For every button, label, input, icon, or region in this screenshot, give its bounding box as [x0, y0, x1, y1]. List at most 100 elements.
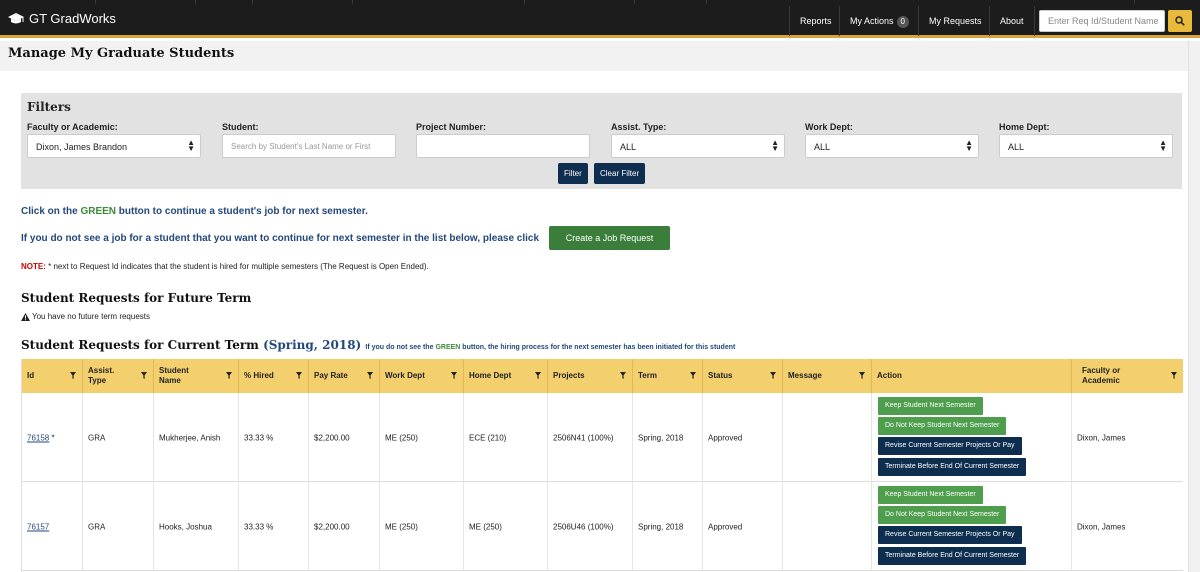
- column-header-student-name[interactable]: Student Name: [154, 359, 239, 393]
- nav-my-actions[interactable]: My Actions 0: [839, 6, 919, 36]
- nav-my-requests[interactable]: My Requests: [918, 6, 992, 36]
- page-header: Manage My Graduate Students: [0, 41, 1188, 71]
- nav-about[interactable]: About: [989, 6, 1035, 36]
- faculty-select-value: Dixon, James Brandon: [36, 142, 128, 152]
- project-number-input[interactable]: [416, 134, 590, 158]
- student-search-input[interactable]: Search by Student's Last Name or First: [222, 134, 396, 158]
- column-label: Assist. Type: [88, 366, 115, 385]
- green-button-instruction: Click on the GREEN button to continue a …: [21, 206, 368, 217]
- project-label: Project Number:: [416, 122, 487, 132]
- filter-funnel-icon[interactable]: [70, 372, 76, 379]
- cell-message: [783, 393, 872, 482]
- column-header-action: Action: [872, 359, 1072, 393]
- note-label: NOTE:: [21, 262, 46, 271]
- table-row: 76158 * GRA Mukherjee, Anish 33.33 % $2,…: [22, 393, 1183, 482]
- home-dept-select[interactable]: ALL ▲ ▼: [999, 134, 1173, 158]
- nav-divider: [95, 0, 96, 4]
- column-header-home-dept[interactable]: Home Dept: [464, 359, 548, 393]
- cell-value: Dixon, James: [1077, 522, 1126, 531]
- page-scrollbar[interactable]: [1188, 41, 1200, 572]
- cell-faculty: Dixon, James: [1072, 482, 1183, 571]
- current-term-note: If you do not see the GREEN button, the …: [365, 344, 735, 351]
- cell-action: Keep Student Next Semester Do Not Keep S…: [872, 482, 1072, 571]
- revise-projects-button[interactable]: Revise Current Semester Projects Or Pay: [878, 437, 1022, 455]
- cell-value: Approved: [708, 522, 743, 531]
- column-header-term[interactable]: Term: [633, 359, 703, 393]
- global-search-input[interactable]: Enter Req Id/Student Name: [1039, 10, 1165, 32]
- no-future-requests-text: You have no future term requests: [32, 312, 150, 321]
- current-term-note-text: button, the hiring process for the next …: [460, 344, 736, 351]
- column-label: Home Dept: [469, 371, 512, 380]
- column-label: Projects: [553, 371, 585, 380]
- filters-title: Filters: [27, 100, 71, 114]
- clear-filter-button[interactable]: Clear Filter: [594, 163, 646, 184]
- search-icon: [1175, 16, 1185, 26]
- select-arrows-icon: ▲ ▼: [965, 138, 973, 153]
- keep-student-button[interactable]: Keep Student Next Semester: [878, 397, 983, 415]
- column-header-faculty[interactable]: Faculty or Academic: [1072, 359, 1183, 393]
- cell-projects: 2506N41 (100%): [548, 393, 633, 482]
- terminate-button[interactable]: Terminate Before End Of Current Semester: [878, 458, 1027, 476]
- column-header-assist-type[interactable]: Assist. Type: [83, 359, 154, 393]
- filter-funnel-icon[interactable]: [367, 372, 373, 379]
- cell-message: [783, 482, 872, 571]
- filter-funnel-icon[interactable]: [141, 372, 147, 379]
- column-header-hired[interactable]: % Hired: [239, 359, 309, 393]
- cell-value: Hooks, Joshua: [159, 522, 212, 531]
- column-header-pay-rate[interactable]: Pay Rate: [309, 359, 380, 393]
- open-ended-marker: *: [49, 433, 55, 442]
- request-id-link[interactable]: 76158: [27, 433, 49, 442]
- top-navbar: GT GradWorks Reports My Actions 0 My Requ…: [0, 0, 1200, 38]
- nav-reports[interactable]: Reports: [789, 6, 842, 36]
- filter-funnel-icon[interactable]: [620, 372, 626, 379]
- column-header-projects[interactable]: Projects: [548, 359, 633, 393]
- column-label: Id: [27, 371, 35, 380]
- filter-button[interactable]: Filter: [558, 163, 588, 184]
- cell-value: 2506N41 (100%): [553, 433, 614, 442]
- global-search-button[interactable]: [1168, 10, 1192, 32]
- faculty-select[interactable]: Dixon, James Brandon ▲ ▼: [27, 134, 201, 158]
- nav-divider: [524, 0, 525, 4]
- instruction-green-word: GREEN: [80, 206, 117, 217]
- cell-value: Spring, 2018: [638, 522, 684, 531]
- cell-value: Spring, 2018: [638, 433, 684, 442]
- current-term-note-text: If you do not see the: [365, 344, 436, 351]
- revise-projects-button[interactable]: Revise Current Semester Projects Or Pay: [878, 526, 1022, 544]
- do-not-keep-student-button[interactable]: Do Not Keep Student Next Semester: [878, 506, 1007, 524]
- work-dept-select[interactable]: ALL ▲ ▼: [805, 134, 979, 158]
- filter-funnel-icon[interactable]: [296, 372, 302, 379]
- request-id-link[interactable]: 76157: [27, 522, 49, 531]
- assist-type-select[interactable]: ALL ▲ ▼: [611, 134, 785, 158]
- cell-value: ME (250): [469, 522, 502, 531]
- nav-reports-label: Reports: [800, 16, 832, 26]
- filter-funnel-icon[interactable]: [770, 372, 776, 379]
- filter-funnel-icon[interactable]: [226, 372, 232, 379]
- cell-value: 2506U46 (100%): [553, 522, 614, 531]
- column-header-message[interactable]: Message: [783, 359, 872, 393]
- column-label: Pay Rate: [314, 371, 348, 380]
- my-actions-count-badge: 0: [896, 16, 909, 28]
- terminate-button[interactable]: Terminate Before End Of Current Semester: [878, 547, 1027, 565]
- home-dept-value: ALL: [1008, 142, 1025, 152]
- cell-value: $2,200.00: [314, 433, 350, 442]
- brand-link[interactable]: GT GradWorks: [8, 11, 116, 26]
- column-header-id[interactable]: Id: [22, 359, 83, 393]
- cell-student-name: Hooks, Joshua: [154, 482, 239, 571]
- filter-funnel-icon[interactable]: [690, 372, 696, 379]
- cell-id: 76158 *: [22, 393, 83, 482]
- filter-funnel-icon[interactable]: [859, 372, 865, 379]
- filter-funnel-icon[interactable]: [451, 372, 457, 379]
- column-header-status[interactable]: Status: [703, 359, 783, 393]
- cell-term: Spring, 2018: [633, 482, 703, 571]
- column-label: % Hired: [244, 371, 274, 380]
- work-dept-label: Work Dept:: [805, 122, 853, 132]
- current-term-heading: Student Requests for Current Term: [21, 338, 259, 352]
- column-header-work-dept[interactable]: Work Dept: [380, 359, 464, 393]
- nav-my-actions-label: My Actions: [850, 16, 894, 26]
- do-not-keep-student-button[interactable]: Do Not Keep Student Next Semester: [878, 417, 1007, 435]
- create-job-request-button[interactable]: Create a Job Request: [549, 226, 670, 250]
- filter-funnel-icon[interactable]: [1171, 372, 1177, 379]
- filter-funnel-icon[interactable]: [535, 372, 541, 379]
- cell-assist-type: GRA: [83, 393, 154, 482]
- keep-student-button[interactable]: Keep Student Next Semester: [878, 486, 983, 504]
